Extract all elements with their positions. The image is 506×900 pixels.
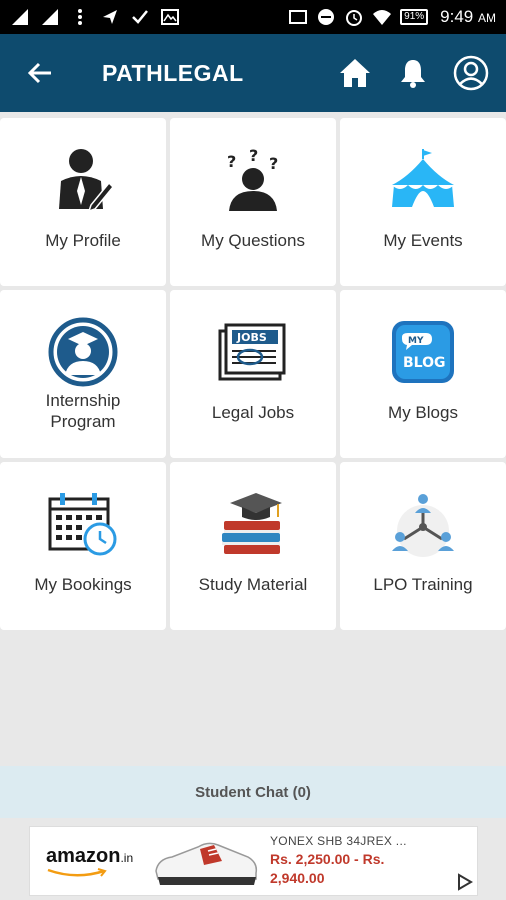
notifications-button[interactable]: [394, 54, 432, 92]
tile-label: My Profile: [45, 231, 121, 250]
amazon-smile-icon: [47, 867, 107, 877]
profile-icon: [59, 149, 115, 213]
signal-icon: [12, 9, 28, 25]
app-bar: PATHLEGAL: [0, 34, 506, 112]
events-tent-icon: [392, 149, 454, 207]
tile-my-profile[interactable]: My Profile: [0, 118, 166, 286]
bell-icon: [401, 60, 425, 88]
tile-label: Legal Jobs: [211, 403, 295, 422]
tile-label: Study Material: [198, 575, 308, 594]
account-icon: [453, 55, 489, 91]
graduate-icon: [48, 317, 118, 387]
alarm-icon: [346, 10, 363, 26]
tile-label: My Events: [383, 231, 463, 250]
shoe-image: [150, 831, 262, 891]
amazon-logo: amazon.in: [30, 845, 150, 878]
svg-text:?: ?: [227, 152, 236, 171]
account-button[interactable]: [452, 54, 490, 92]
page-title: PATHLEGAL: [102, 59, 244, 86]
svg-text:?: ?: [269, 154, 278, 173]
signal-icon: [42, 9, 58, 25]
tile-legal-jobs[interactable]: JOBS Legal Jobs: [170, 290, 336, 458]
blog-icon: MY BLOG: [392, 321, 454, 383]
jobs-newspaper-icon: JOBS: [218, 323, 286, 381]
tile-my-bookings[interactable]: My Bookings: [0, 462, 166, 630]
do-not-disturb-icon: [318, 9, 335, 25]
home-button[interactable]: [336, 54, 374, 92]
questions-icon: ???: [227, 147, 278, 211]
clock: 9:49 AM: [440, 7, 496, 26]
ad-product-name: YONEX SHB 34JREX ...: [270, 834, 407, 848]
tile-my-events[interactable]: My Events: [340, 118, 506, 286]
back-arrow-icon: [27, 62, 51, 84]
back-button[interactable]: [0, 34, 80, 112]
tile-label: Internship Program: [45, 391, 121, 431]
status-bar: 91% 9:49 AM: [0, 0, 506, 34]
gallery-icon: [161, 9, 179, 25]
more-vert-icon: [78, 9, 82, 25]
check-icon: [132, 10, 148, 24]
tile-internship-program[interactable]: Internship Program: [0, 290, 166, 458]
calendar-clock-icon: [48, 493, 117, 556]
svg-text:?: ?: [249, 147, 258, 165]
menu-grid: My Profile ??? My Questions My Events In…: [0, 118, 506, 630]
network-people-icon: [392, 494, 454, 557]
svg-text:BLOG: BLOG: [403, 355, 446, 371]
battery-icon: 91%: [400, 9, 429, 25]
wifi-icon: [373, 10, 392, 25]
tile-study-material[interactable]: Study Material: [170, 462, 336, 630]
svg-text:MY: MY: [408, 336, 424, 346]
shoe-icon: [155, 842, 258, 885]
ad-banner[interactable]: amazon.in YONEX SHB 34JREX ... Rs. 2,250…: [29, 826, 478, 896]
svg-text:JOBS: JOBS: [236, 331, 267, 344]
ad-choices-icon[interactable]: [455, 873, 473, 891]
home-icon: [340, 59, 370, 87]
send-icon: [103, 10, 117, 24]
tile-lpo-training[interactable]: LPO Training: [340, 462, 506, 630]
books-cap-icon: [222, 493, 282, 554]
tile-my-questions[interactable]: ??? My Questions: [170, 118, 336, 286]
tile-my-blogs[interactable]: MY BLOG My Blogs: [340, 290, 506, 458]
tile-label: My Questions: [201, 231, 305, 250]
tile-label: LPO Training: [373, 575, 473, 594]
student-chat-button[interactable]: Student Chat (0): [0, 766, 506, 818]
ad-price: Rs. 2,250.00 - Rs. 2,940.00: [270, 851, 385, 886]
tile-label: My Blogs: [388, 403, 458, 422]
tile-label: My Bookings: [34, 575, 132, 594]
cast-icon: [289, 10, 308, 24]
